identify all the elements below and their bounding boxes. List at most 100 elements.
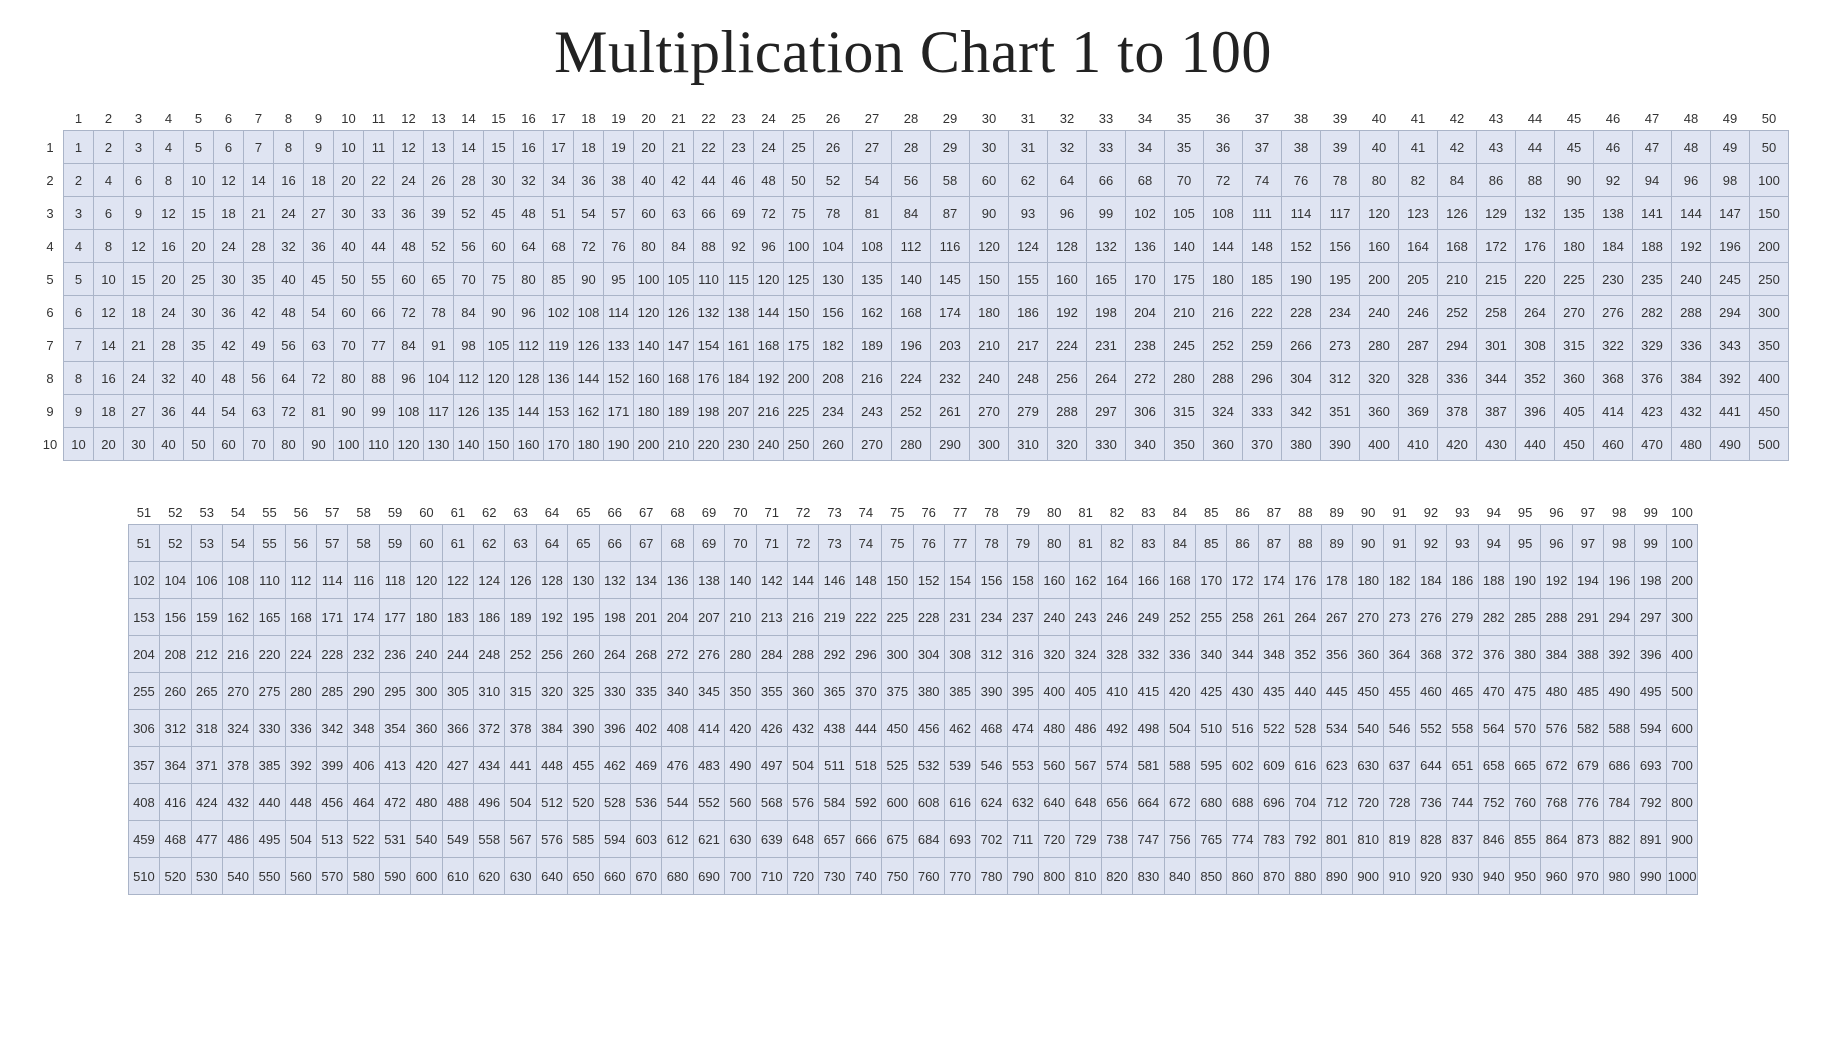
product-cell: 930 (1447, 858, 1478, 895)
product-cell: 32 (514, 164, 544, 197)
product-cell: 550 (254, 858, 285, 895)
product-cell: 88 (694, 230, 724, 263)
product-cell: 48 (1672, 131, 1711, 164)
product-cell: 490 (1711, 428, 1750, 461)
product-cell: 210 (1165, 296, 1204, 329)
product-cell: 920 (1415, 858, 1446, 895)
product-cell: 198 (1087, 296, 1126, 329)
col-header: 74 (850, 501, 881, 525)
product-cell: 54 (222, 525, 253, 562)
product-cell: 35 (244, 263, 274, 296)
product-cell: 84 (1164, 525, 1195, 562)
col-header: 20 (634, 107, 664, 131)
product-cell: 64 (536, 525, 567, 562)
product-cell: 165 (254, 599, 285, 636)
product-cell: 70 (334, 329, 364, 362)
product-cell: 64 (514, 230, 544, 263)
product-cell: 108 (394, 395, 424, 428)
product-cell: 416 (160, 784, 191, 821)
col-header: 49 (1711, 107, 1750, 131)
product-cell: 168 (1438, 230, 1477, 263)
product-cell: 440 (1290, 673, 1321, 710)
product-cell: 144 (574, 362, 604, 395)
product-cell: 190 (1509, 562, 1540, 599)
product-cell: 581 (1133, 747, 1164, 784)
product-cell: 342 (317, 710, 348, 747)
product-cell: 270 (1555, 296, 1594, 329)
product-cell: 285 (317, 673, 348, 710)
product-cell: 56 (274, 329, 304, 362)
product-cell: 348 (348, 710, 379, 747)
col-header: 56 (285, 501, 316, 525)
product-cell: 760 (913, 858, 944, 895)
product-cell: 92 (1415, 525, 1446, 562)
product-cell: 67 (630, 525, 661, 562)
product-cell: 308 (1516, 329, 1555, 362)
product-cell: 582 (1572, 710, 1603, 747)
col-header: 95 (1509, 501, 1540, 525)
product-cell: 186 (474, 599, 505, 636)
product-cell: 332 (1133, 636, 1164, 673)
product-cell: 92 (1594, 164, 1633, 197)
product-cell: 154 (944, 562, 975, 599)
product-cell: 312 (976, 636, 1007, 673)
product-cell: 315 (1555, 329, 1594, 362)
product-cell: 216 (787, 599, 818, 636)
product-cell: 56 (244, 362, 274, 395)
product-cell: 114 (1282, 197, 1321, 230)
product-cell: 95 (1509, 525, 1540, 562)
product-cell: 344 (1477, 362, 1516, 395)
product-cell: 62 (1009, 164, 1048, 197)
product-cell: 261 (931, 395, 970, 428)
product-cell: 57 (604, 197, 634, 230)
product-cell: 656 (1101, 784, 1132, 821)
product-cell: 168 (892, 296, 931, 329)
product-cell: 300 (411, 673, 442, 710)
product-cell: 696 (1258, 784, 1289, 821)
product-cell: 252 (892, 395, 931, 428)
product-cell: 15 (484, 131, 514, 164)
product-cell: 880 (1290, 858, 1321, 895)
product-cell: 75 (882, 525, 913, 562)
col-header: 100 (1666, 501, 1697, 525)
product-cell: 30 (124, 428, 154, 461)
product-cell: 356 (1321, 636, 1352, 673)
product-cell: 224 (1048, 329, 1087, 362)
product-cell: 55 (364, 263, 394, 296)
product-cell: 140 (1165, 230, 1204, 263)
product-cell: 19 (604, 131, 634, 164)
product-cell: 12 (154, 197, 184, 230)
product-cell: 152 (913, 562, 944, 599)
product-cell: 148 (1243, 230, 1282, 263)
product-cell: 470 (1633, 428, 1672, 461)
col-header: 62 (474, 501, 505, 525)
product-cell: 77 (364, 329, 394, 362)
product-cell: 497 (756, 747, 787, 784)
product-cell: 138 (693, 562, 724, 599)
product-cell: 112 (285, 562, 316, 599)
product-cell: 294 (1438, 329, 1477, 362)
product-cell: 186 (1009, 296, 1048, 329)
product-cell: 344 (1227, 636, 1258, 673)
product-cell: 152 (604, 362, 634, 395)
product-cell: 10 (184, 164, 214, 197)
product-cell: 666 (850, 821, 881, 858)
product-cell: 50 (1750, 131, 1789, 164)
product-cell: 34 (1126, 131, 1165, 164)
product-cell: 255 (128, 673, 159, 710)
product-cell: 448 (536, 747, 567, 784)
product-cell: 6 (94, 197, 124, 230)
product-cell: 230 (1594, 263, 1633, 296)
product-cell: 96 (754, 230, 784, 263)
col-header: 85 (1196, 501, 1227, 525)
col-header: 14 (454, 107, 484, 131)
product-cell: 12 (214, 164, 244, 197)
product-cell: 135 (1555, 197, 1594, 230)
col-header: 10 (334, 107, 364, 131)
product-cell: 144 (754, 296, 784, 329)
product-cell: 12 (394, 131, 424, 164)
product-cell: 183 (442, 599, 473, 636)
product-cell: 460 (1594, 428, 1633, 461)
product-cell: 24 (124, 362, 154, 395)
product-cell: 207 (724, 395, 754, 428)
